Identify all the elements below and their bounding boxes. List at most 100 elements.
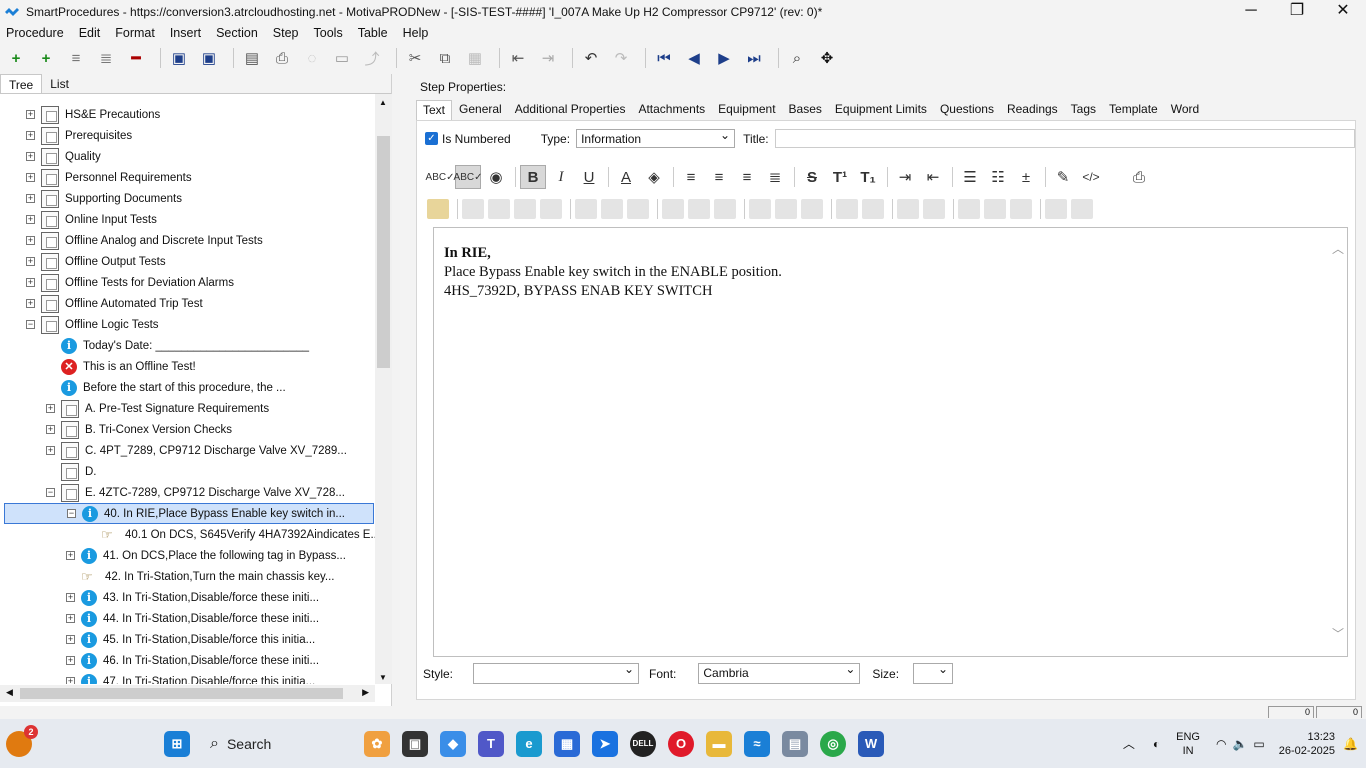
collapse-icon[interactable]: −: [67, 509, 76, 518]
opera-icon[interactable]: O: [668, 730, 694, 757]
print-preview-icon[interactable]: ⎙: [1126, 165, 1152, 189]
tree-item[interactable]: + Supporting Documents: [26, 188, 182, 209]
tab-readings[interactable]: Readings: [1001, 100, 1064, 120]
superscript-icon[interactable]: T¹: [827, 165, 853, 189]
scroll-left-icon[interactable]: ◀: [6, 687, 13, 698]
teams-icon[interactable]: T: [478, 730, 504, 757]
column-width-icon[interactable]: [1045, 199, 1067, 219]
first-icon[interactable]: ⏮: [652, 46, 676, 70]
underline-icon[interactable]: U: [576, 165, 602, 189]
notifications-icon[interactable]: 🔔: [1343, 737, 1358, 751]
tree-item[interactable]: + Prerequisites: [26, 125, 132, 146]
tree-item[interactable]: ☞ 42. In Tri-Station,Turn the main chassi…: [66, 566, 334, 587]
cell-edit-icon[interactable]: [601, 199, 623, 219]
scroll-down-icon[interactable]: ▼: [379, 673, 387, 682]
weather-icon[interactable]: 2: [6, 724, 38, 757]
tree-item[interactable]: + i 44. In Tri-Station,Disable/force these…: [66, 608, 319, 629]
bold-icon[interactable]: B: [520, 165, 546, 189]
expand-icon[interactable]: +: [26, 110, 35, 119]
tab-questions[interactable]: Questions: [934, 100, 1000, 120]
tree-item[interactable]: + B. Tri-Conex Version Checks: [46, 419, 232, 440]
network-status-icon[interactable]: ◐: [1153, 737, 1160, 751]
tab-template[interactable]: Template: [1103, 100, 1164, 120]
menu-procedure[interactable]: Procedure: [6, 26, 64, 40]
file-explorer-icon[interactable]: ▬: [706, 730, 732, 757]
expand-icon[interactable]: +: [26, 257, 35, 266]
menu-step[interactable]: Step: [273, 26, 299, 40]
numbered-list-icon[interactable]: ☷: [985, 165, 1011, 189]
strikethrough-icon[interactable]: S: [799, 165, 825, 189]
store-icon[interactable]: ▦: [554, 730, 580, 757]
is-numbered-checkbox[interactable]: ✓: [425, 132, 438, 145]
align-right-icon[interactable]: ≡: [734, 165, 760, 189]
expand-icon[interactable]: +: [26, 278, 35, 287]
expand-icon[interactable]: +: [46, 425, 55, 434]
scroll-thumb[interactable]: [377, 136, 390, 368]
tree-item[interactable]: − i 40. In RIE,Place Bypass Enable key swi…: [4, 503, 374, 524]
tree-item[interactable]: + Online Input Tests: [26, 209, 157, 230]
cut-icon[interactable]: ✂: [403, 46, 427, 70]
row-width-icon[interactable]: [1071, 199, 1093, 219]
editor-scroll-down-icon[interactable]: ﹀: [1332, 625, 1344, 644]
next-icon[interactable]: ▶: [712, 46, 736, 70]
export-icon[interactable]: ▤: [240, 46, 264, 70]
highlight-icon[interactable]: ◈: [641, 165, 667, 189]
tree-horizontal-scrollbar[interactable]: ◀ ▶: [0, 685, 375, 702]
dell-icon[interactable]: DELL: [630, 730, 656, 757]
type-select[interactable]: Information: [576, 128, 736, 148]
paste-icon[interactable]: ▦: [463, 46, 487, 70]
border-icon[interactable]: [897, 199, 919, 219]
menu-table[interactable]: Table: [358, 26, 388, 40]
tab-bases[interactable]: Bases: [783, 100, 828, 120]
italic-icon[interactable]: I: [548, 165, 574, 189]
expand-icon[interactable]: +: [66, 551, 75, 560]
expand-icon[interactable]: +: [66, 677, 75, 684]
font-color-icon[interactable]: A: [613, 165, 639, 189]
scroll-right-icon[interactable]: ▶: [362, 687, 369, 698]
decrease-indent-icon[interactable]: ⇤: [920, 165, 946, 189]
outdent-icon[interactable]: ⇥: [536, 46, 560, 70]
style-select[interactable]: [473, 662, 640, 684]
insert-row-above-icon[interactable]: [749, 199, 771, 219]
tree-item[interactable]: + Personnel Requirements: [26, 167, 192, 188]
editor-scroll-up-icon[interactable]: ︿: [1332, 240, 1344, 259]
increase-indent-icon[interactable]: ⇥: [892, 165, 918, 189]
insert-line-icon[interactable]: ±: [1013, 165, 1039, 189]
size-select[interactable]: [913, 662, 954, 684]
valign-top-icon[interactable]: [958, 199, 980, 219]
tab-tree[interactable]: Tree: [0, 74, 43, 93]
undo-icon[interactable]: ↶: [579, 46, 603, 70]
previous-icon[interactable]: ◀: [682, 46, 706, 70]
window-icon[interactable]: ▭: [330, 46, 354, 70]
title-input[interactable]: [774, 129, 1355, 148]
edge-icon[interactable]: e: [516, 730, 542, 757]
tree-item[interactable]: + Offline Automated Trip Test: [26, 293, 203, 314]
clock[interactable]: 13:23 26-02-2025: [1279, 730, 1335, 758]
start-icon[interactable]: ⊞: [164, 730, 190, 757]
bullet-list-icon[interactable]: ☰: [957, 165, 983, 189]
tree-item[interactable]: + A. Pre-Test Signature Requirements: [46, 398, 269, 419]
tree-item[interactable]: + Offline Output Tests: [26, 251, 166, 272]
save-icon[interactable]: ▣: [197, 46, 221, 70]
menu-section[interactable]: Section: [216, 26, 258, 40]
tree-item[interactable]: + Offline Tests for Deviation Alarms: [26, 272, 234, 293]
merge-icon[interactable]: [714, 199, 736, 219]
menu-insert[interactable]: Insert: [170, 26, 201, 40]
tree-item[interactable]: + i 47. In Tri-Station,Disable/force this …: [66, 671, 315, 684]
tree-item[interactable]: + i 41. On DCS,Place the following tag in …: [66, 545, 346, 566]
border-all-icon[interactable]: [923, 199, 945, 219]
widgets-icon[interactable]: ✿: [364, 730, 390, 757]
tab-additional-properties[interactable]: Additional Properties: [509, 100, 632, 120]
language-indicator[interactable]: ENG IN: [1176, 730, 1200, 758]
taskbar-search[interactable]: ⌕ Search: [202, 728, 352, 760]
save-all-icon[interactable]: ▣: [167, 46, 191, 70]
tray-chevron-icon[interactable]: ︿: [1123, 735, 1135, 752]
cut-row-icon[interactable]: [488, 199, 510, 219]
copy-icon[interactable]: ⧉: [433, 46, 457, 70]
menu-edit[interactable]: Edit: [79, 26, 101, 40]
close-button[interactable]: ✕: [1320, 0, 1366, 23]
tree-item[interactable]: D.: [46, 461, 97, 482]
tree-item[interactable]: ☞ 40.1 On DCS, S645Verify 4HA7392Aindicat…: [86, 524, 375, 545]
tree-item[interactable]: i Before the start of this procedure, the…: [46, 377, 286, 398]
tab-attachments[interactable]: Attachments: [632, 100, 711, 120]
